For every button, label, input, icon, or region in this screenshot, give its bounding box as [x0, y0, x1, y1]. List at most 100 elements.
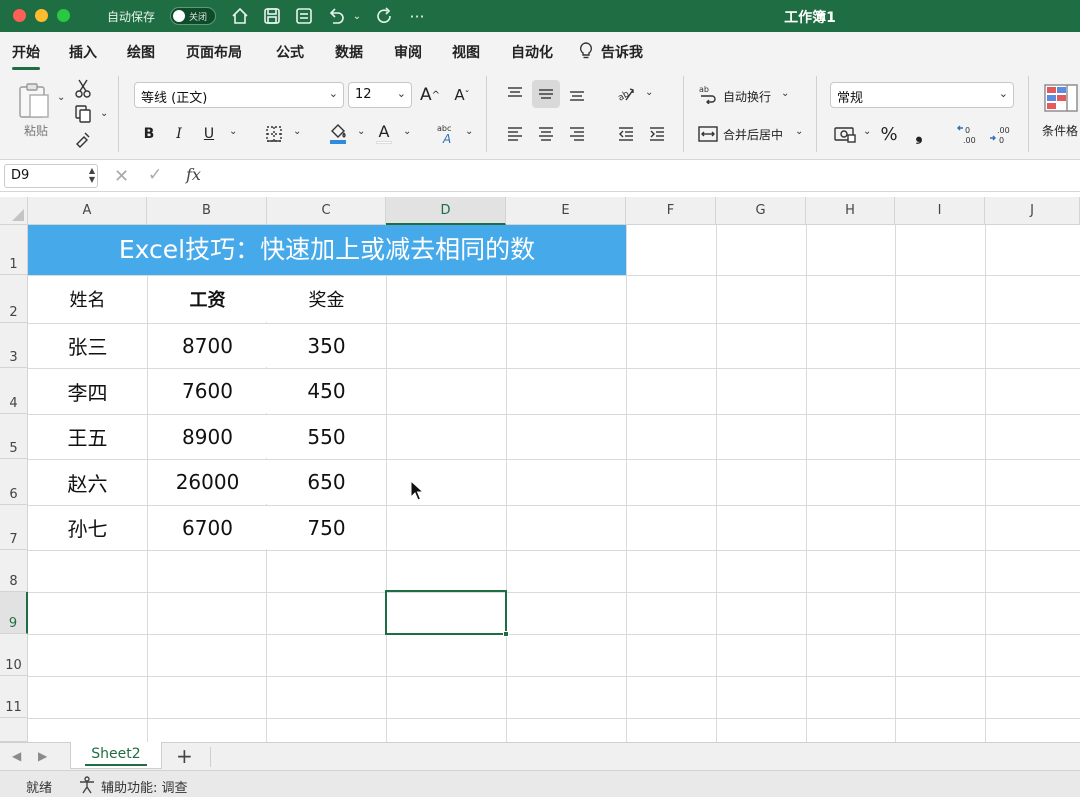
- prev-sheet-icon[interactable]: ◀: [12, 749, 21, 763]
- fill-handle[interactable]: [503, 631, 509, 637]
- add-sheet-button[interactable]: +: [176, 744, 193, 768]
- paste-icon[interactable]: [14, 80, 54, 120]
- conditional-format-icon[interactable]: [1043, 80, 1079, 116]
- tab-home[interactable]: 开始: [12, 42, 40, 70]
- tab-page-layout[interactable]: 页面布局: [186, 42, 242, 62]
- tab-insert[interactable]: 插入: [69, 42, 97, 62]
- cell-c7[interactable]: 750: [267, 506, 386, 549]
- text-orientation-icon[interactable]: ab: [614, 82, 638, 106]
- row-header-11[interactable]: 11: [0, 676, 28, 718]
- cell-b4[interactable]: 7600: [148, 369, 267, 413]
- wrap-text-icon[interactable]: ab: [697, 83, 719, 105]
- paste-dropdown-chevron-icon[interactable]: ⌄: [57, 92, 65, 103]
- lightbulb-icon[interactable]: [578, 42, 594, 64]
- decrease-font-size-icon[interactable]: Aˇ: [450, 83, 474, 107]
- column-header-b[interactable]: B: [147, 197, 267, 225]
- row-header-9[interactable]: 9: [0, 592, 28, 634]
- italic-button[interactable]: I: [168, 122, 190, 146]
- cell-b7[interactable]: 6700: [148, 506, 267, 549]
- cell-a7[interactable]: 孙七: [28, 506, 147, 549]
- cell-c6[interactable]: 650: [267, 460, 386, 504]
- cell-a2[interactable]: 姓名: [28, 276, 147, 322]
- decrease-indent-icon[interactable]: [614, 122, 638, 146]
- font-color-icon[interactable]: A: [372, 120, 396, 146]
- column-header-c[interactable]: C: [267, 197, 386, 225]
- accessibility-icon[interactable]: [78, 776, 96, 797]
- font-size-select[interactable]: 12 ⌄: [348, 82, 412, 108]
- percent-style-button[interactable]: %: [876, 122, 902, 146]
- column-header-g[interactable]: G: [716, 197, 806, 225]
- row-header-2[interactable]: 2: [0, 275, 28, 323]
- merge-dropdown-chevron-icon[interactable]: ⌄: [795, 126, 803, 137]
- borders-icon[interactable]: [262, 122, 286, 146]
- increase-indent-icon[interactable]: [645, 122, 669, 146]
- number-format-select[interactable]: 常规 ⌄: [830, 82, 1014, 108]
- column-header-h[interactable]: H: [806, 197, 895, 225]
- column-header-e[interactable]: E: [506, 197, 626, 225]
- row-header-7[interactable]: 7: [0, 505, 28, 550]
- tab-view[interactable]: 视图: [452, 42, 480, 62]
- row-header-1[interactable]: 1: [0, 225, 28, 275]
- bold-button[interactable]: B: [138, 122, 160, 146]
- cell-b2[interactable]: 工资: [148, 276, 267, 322]
- column-header-j[interactable]: J: [985, 197, 1080, 225]
- cell-a4[interactable]: 李四: [28, 369, 147, 413]
- cancel-entry-icon[interactable]: ✕: [114, 166, 129, 187]
- column-header-i[interactable]: I: [895, 197, 985, 225]
- conditional-format-label[interactable]: 条件格: [1042, 122, 1078, 139]
- row-header-12[interactable]: [0, 718, 28, 742]
- underline-button[interactable]: U: [198, 122, 220, 146]
- select-all-corner[interactable]: [0, 197, 28, 225]
- column-header-a[interactable]: A: [28, 197, 147, 225]
- row-header-5[interactable]: 5: [0, 414, 28, 459]
- merge-center-icon[interactable]: [697, 123, 719, 145]
- underline-dropdown-chevron-icon[interactable]: ⌄: [229, 126, 237, 137]
- cell-a5[interactable]: 王五: [28, 415, 147, 458]
- accounting-dropdown-chevron-icon[interactable]: ⌄: [863, 126, 871, 137]
- cell-c4[interactable]: 450: [267, 369, 386, 413]
- comma-style-button[interactable]: ❟: [908, 122, 930, 146]
- name-box-stepper-icon[interactable]: ▲ ▼: [89, 166, 95, 184]
- increase-decimal-icon[interactable]: 0.00: [956, 122, 982, 146]
- row-header-3[interactable]: 3: [0, 323, 28, 368]
- row-header-4[interactable]: 4: [0, 368, 28, 414]
- cut-icon[interactable]: [72, 78, 94, 98]
- accessibility-status-text[interactable]: 辅助功能: 调查: [101, 777, 188, 796]
- merge-center-label[interactable]: 合并后居中: [723, 126, 783, 143]
- wrap-dropdown-chevron-icon[interactable]: ⌄: [781, 88, 789, 99]
- cell-c5[interactable]: 550: [267, 415, 386, 458]
- column-header-d[interactable]: D: [386, 197, 506, 225]
- cell-b5[interactable]: 8900: [148, 415, 267, 458]
- align-center-icon[interactable]: [534, 122, 558, 146]
- cell-a6[interactable]: 赵六: [28, 460, 147, 504]
- align-bottom-icon[interactable]: [565, 82, 589, 106]
- confirm-entry-icon[interactable]: ✓: [148, 165, 162, 185]
- cell-b3[interactable]: 8700: [148, 324, 267, 367]
- phonetic-guide-icon[interactable]: abc A: [434, 120, 460, 146]
- name-box[interactable]: D9 ▲ ▼: [4, 164, 98, 188]
- tab-draw[interactable]: 绘图: [127, 42, 155, 62]
- tab-data[interactable]: 数据: [335, 42, 363, 62]
- increase-font-size-icon[interactable]: A ^: [418, 83, 442, 107]
- copy-icon[interactable]: [72, 104, 94, 124]
- wrap-text-label[interactable]: 自动换行: [723, 88, 771, 105]
- tab-formulas[interactable]: 公式: [276, 42, 304, 62]
- tab-tell-me[interactable]: 告诉我: [601, 42, 643, 62]
- align-top-icon[interactable]: [503, 82, 527, 106]
- phonetic-dropdown-chevron-icon[interactable]: ⌄: [465, 126, 473, 137]
- row-header-8[interactable]: 8: [0, 550, 28, 592]
- cell-c3[interactable]: 350: [267, 324, 386, 367]
- column-header-f[interactable]: F: [626, 197, 716, 225]
- align-right-icon[interactable]: [565, 122, 589, 146]
- format-painter-icon[interactable]: [72, 130, 94, 150]
- font-name-select[interactable]: 等线 (正文) ⌄: [134, 82, 344, 108]
- accounting-format-icon[interactable]: [832, 122, 858, 146]
- copy-dropdown-chevron-icon[interactable]: ⌄: [100, 108, 108, 119]
- cell-a3[interactable]: 张三: [28, 324, 147, 367]
- orientation-dropdown-chevron-icon[interactable]: ⌄: [645, 87, 653, 98]
- sheet-title-banner[interactable]: Excel技巧：快速加上或减去相同的数: [28, 225, 626, 275]
- align-middle-icon[interactable]: [532, 80, 560, 108]
- cell-c2[interactable]: 奖金: [267, 276, 386, 322]
- decrease-decimal-icon[interactable]: .00 0: [988, 122, 1014, 146]
- tab-automate[interactable]: 自动化: [511, 42, 553, 62]
